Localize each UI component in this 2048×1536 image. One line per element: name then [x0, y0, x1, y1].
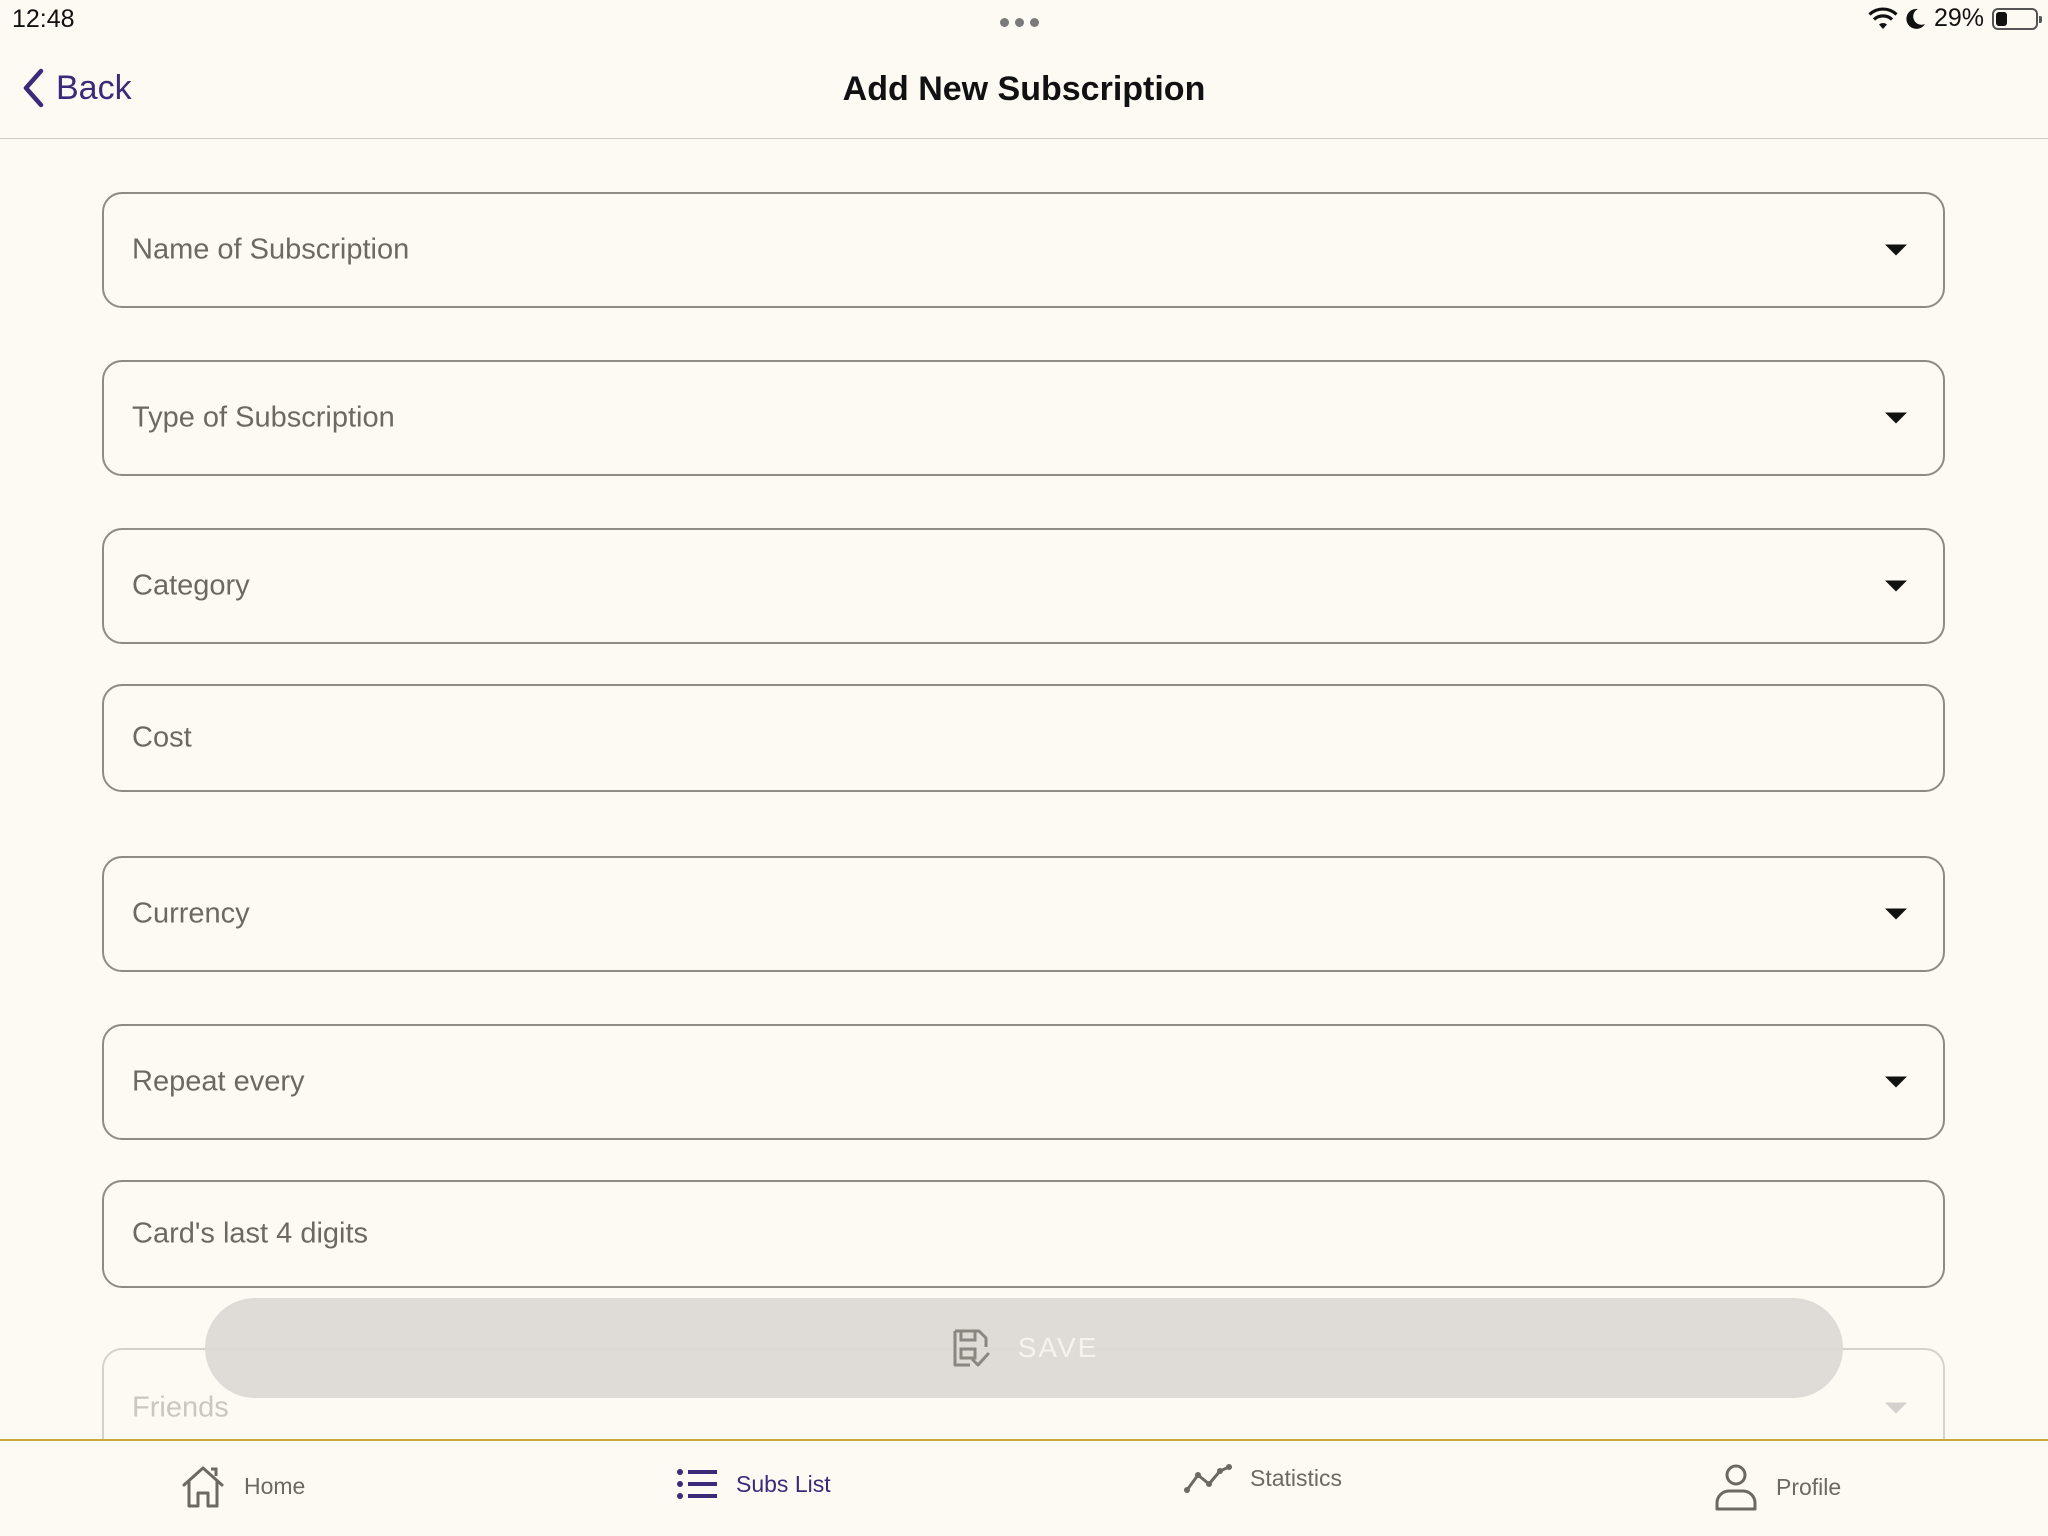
tab-label: Subs List: [736, 1470, 831, 1497]
currency-select[interactable]: Currency: [102, 856, 1945, 972]
card-digits-input[interactable]: Card's last 4 digits: [102, 1180, 1945, 1288]
tab-label: Profile: [1776, 1473, 1842, 1500]
tab-label: Statistics: [1250, 1464, 1343, 1491]
field-placeholder: Cost: [132, 721, 192, 754]
caret-down-icon: [1885, 1076, 1907, 1088]
page-title: Add New Subscription: [842, 70, 1206, 108]
home-icon: [182, 1466, 224, 1508]
person-icon: [1715, 1464, 1757, 1511]
navigation-bar: Back Add New Subscription: [0, 40, 2048, 139]
field-label: Name of Subscription: [132, 233, 410, 266]
category-select[interactable]: Category: [102, 528, 1945, 644]
caret-down-icon: [1885, 1402, 1907, 1414]
caret-down-icon: [1885, 580, 1907, 592]
tab-subs-list[interactable]: Subs List: [676, 1463, 831, 1505]
field-label: Friends: [132, 1391, 229, 1424]
save-label: SAVE: [1017, 1332, 1099, 1363]
add-subscription-screen: 12:48 29% Back Add New Subscription Name…: [0, 0, 2048, 1536]
battery-fill: [1996, 11, 2007, 26]
moon-icon: [1906, 8, 1925, 29]
wifi-icon: [1868, 7, 1898, 29]
save-button[interactable]: SAVE: [205, 1298, 1843, 1398]
caret-down-icon: [1885, 412, 1907, 424]
cost-input[interactable]: Cost: [102, 684, 1945, 792]
bottom-tab-bar: Home Subs List Statistics Profile: [0, 1439, 2048, 1536]
save-icon: [953, 1329, 990, 1367]
multitask-dots-icon[interactable]: [1000, 18, 1039, 27]
caret-down-icon: [1885, 908, 1907, 920]
field-label: Repeat every: [132, 1065, 305, 1098]
tab-statistics[interactable]: Statistics: [1184, 1463, 1342, 1493]
subscription-name-select[interactable]: Name of Subscription: [102, 192, 1945, 308]
chart-line-icon: [1184, 1464, 1232, 1493]
status-bar: 12:48 29%: [0, 0, 2048, 40]
field-label: Category: [132, 569, 250, 602]
list-icon: [677, 1469, 717, 1499]
field-placeholder: Card's last 4 digits: [132, 1217, 369, 1250]
status-time: 12:48: [12, 5, 75, 33]
subscription-type-select[interactable]: Type of Subscription: [102, 360, 1945, 476]
tab-home[interactable]: Home: [180, 1463, 305, 1509]
battery-icon: [1992, 7, 2042, 30]
repeat-every-select[interactable]: Repeat every: [102, 1024, 1945, 1140]
battery-percent: 29%: [1933, 4, 1984, 32]
field-label: Type of Subscription: [132, 401, 395, 434]
field-label: Currency: [132, 897, 250, 930]
tab-profile[interactable]: Profile: [1714, 1463, 1841, 1511]
status-indicators: 29%: [1868, 4, 2042, 33]
tab-label: Home: [244, 1472, 306, 1499]
caret-down-icon: [1885, 244, 1907, 256]
